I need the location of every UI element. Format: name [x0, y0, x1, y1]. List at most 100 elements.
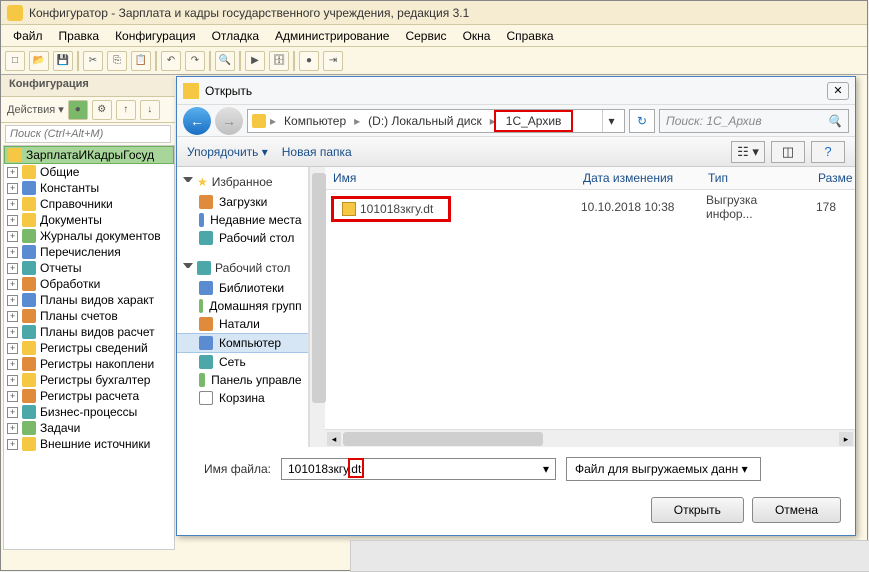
tree-item-journals[interactable]: +Журналы документов	[4, 228, 174, 244]
sidebar-scrollbar[interactable]	[309, 167, 325, 447]
expand-icon[interactable]: +	[7, 311, 18, 322]
tree-item-enums[interactable]: +Перечисления	[4, 244, 174, 260]
expand-icon[interactable]: +	[7, 167, 18, 178]
scroll-left-icon[interactable]: ◂	[327, 432, 341, 446]
expand-icon[interactable]: +	[7, 279, 18, 290]
dialog-titlebar[interactable]: Открыть ✕	[177, 77, 855, 105]
preview-button[interactable]: ◫	[771, 141, 805, 163]
sidebar-network[interactable]: Сеть	[177, 353, 308, 371]
menu-config[interactable]: Конфигурация	[107, 27, 204, 45]
dialog-sidebar[interactable]: ★Избранное Загрузки Недавние места Рабоч…	[177, 167, 309, 447]
menu-debug[interactable]: Отладка	[204, 27, 267, 45]
cancel-button[interactable]: Отмена	[752, 497, 841, 523]
file-name-highlight[interactable]: 101018зкгу.dt	[331, 196, 451, 222]
organize-button[interactable]: Упорядочить ▾	[187, 145, 268, 159]
dropdown-icon[interactable]: ▾	[543, 462, 549, 476]
close-button[interactable]: ✕	[827, 82, 849, 100]
tree-item-root[interactable]: ЗарплатаИКадрыГосуд	[4, 146, 174, 164]
tree-item-calc-regs[interactable]: +Регистры расчета	[4, 388, 174, 404]
tree-item-catalogs[interactable]: +Справочники	[4, 196, 174, 212]
tree-item-calc-plans[interactable]: +Планы видов расчет	[4, 324, 174, 340]
config-tree[interactable]: ЗарплатаИКадрыГосуд +Общие +Константы +С…	[3, 145, 175, 550]
help-button[interactable]: ?	[811, 141, 845, 163]
menu-admin[interactable]: Администрирование	[267, 27, 397, 45]
new-folder-button[interactable]: Новая папка	[282, 145, 352, 159]
menu-help[interactable]: Справка	[498, 27, 561, 45]
tree-item-accum-regs[interactable]: +Регистры накоплени	[4, 356, 174, 372]
toolbar-save-icon[interactable]: 💾	[53, 51, 73, 71]
list-header[interactable]: Имя Дата изменения Тип Разме	[325, 167, 855, 190]
toolbar-cut-icon[interactable]: ✂	[83, 51, 103, 71]
expand-icon[interactable]: +	[7, 183, 18, 194]
breadcrumb-folder[interactable]: 1C_Архив	[494, 110, 574, 132]
col-type[interactable]: Тип	[700, 167, 810, 189]
refresh-button[interactable]: ↻	[629, 109, 655, 133]
config-search-input[interactable]	[5, 125, 171, 143]
menu-service[interactable]: Сервис	[397, 27, 454, 45]
toolbar-undo-icon[interactable]: ↶	[161, 51, 181, 71]
sidebar-libraries[interactable]: Библиотеки	[177, 279, 308, 297]
back-button[interactable]: ←	[183, 107, 211, 135]
expand-icon[interactable]: +	[7, 439, 18, 450]
menu-edit[interactable]: Правка	[51, 27, 108, 45]
expand-icon[interactable]: +	[7, 295, 18, 306]
tree-item-char-plans[interactable]: +Планы видов характ	[4, 292, 174, 308]
config-tool-up-icon[interactable]: ↑	[116, 100, 136, 120]
sidebar-control[interactable]: Панель управле	[177, 371, 308, 389]
sidebar-recent[interactable]: Недавние места	[177, 211, 308, 229]
toolbar-redo-icon[interactable]: ↷	[185, 51, 205, 71]
menubar[interactable]: Файл Правка Конфигурация Отладка Админис…	[1, 25, 867, 47]
sidebar-desktop-group[interactable]: Рабочий стол	[177, 257, 308, 279]
expand-icon[interactable]: +	[7, 407, 18, 418]
tree-item-processors[interactable]: +Обработки	[4, 276, 174, 292]
expand-icon[interactable]: +	[7, 359, 18, 370]
toolbar-step-icon[interactable]: ⇥	[323, 51, 343, 71]
expand-icon[interactable]: +	[7, 263, 18, 274]
expand-icon[interactable]: +	[7, 375, 18, 386]
expand-icon[interactable]: +	[7, 391, 18, 402]
sidebar-computer[interactable]: Компьютер	[177, 333, 308, 353]
sidebar-downloads[interactable]: Загрузки	[177, 193, 308, 211]
forward-button[interactable]: →	[215, 107, 243, 135]
file-list[interactable]: Имя Дата изменения Тип Разме 101018зкгу.…	[325, 167, 855, 447]
dialog-search-input[interactable]: Поиск: 1C_Архив 🔍	[659, 109, 849, 133]
breadcrumb-disk[interactable]: (D:) Локальный диск	[360, 112, 490, 130]
col-size[interactable]: Разме	[810, 167, 855, 189]
filename-input[interactable]: 101018зкгу.dt ▾	[281, 458, 556, 480]
view-mode-button[interactable]: ☷ ▾	[731, 141, 765, 163]
sidebar-recycle[interactable]: Корзина	[177, 389, 308, 407]
open-button[interactable]: Открыть	[651, 497, 744, 523]
col-name[interactable]: Имя	[325, 167, 575, 189]
file-type-combo[interactable]: Файл для выгружаемых данн ▾	[566, 457, 761, 481]
scrollbar-thumb[interactable]	[312, 173, 326, 403]
sidebar-favorites[interactable]: ★Избранное	[177, 171, 308, 193]
expand-icon[interactable]: +	[7, 327, 18, 338]
toolbar-db-icon[interactable]: 🗄	[269, 51, 289, 71]
file-row[interactable]: 101018зкгу.dt 10.10.2018 10:38 Выгрузка …	[325, 190, 855, 224]
toolbar-run-icon[interactable]: ▶	[245, 51, 265, 71]
tree-item-ext[interactable]: +Внешние источники	[4, 436, 174, 452]
col-date[interactable]: Дата изменения	[575, 167, 700, 189]
breadcrumb-dropdown[interactable]: ▾	[602, 110, 620, 132]
breadcrumb-computer[interactable]: Компьютер	[276, 112, 354, 130]
config-tool-down-icon[interactable]: ↓	[140, 100, 160, 120]
actions-dropdown[interactable]: Действия ▾	[7, 103, 64, 116]
expand-icon[interactable]: +	[7, 247, 18, 258]
toolbar-paste-icon[interactable]: 📋	[131, 51, 151, 71]
tree-item-constants[interactable]: +Константы	[4, 180, 174, 196]
toolbar-new-icon[interactable]: □	[5, 51, 25, 71]
tree-item-acc-regs[interactable]: +Регистры бухгалтер	[4, 372, 174, 388]
expand-icon[interactable]: +	[7, 343, 18, 354]
config-tool-1[interactable]: ●	[68, 100, 88, 120]
sidebar-desktop[interactable]: Рабочий стол	[177, 229, 308, 247]
scroll-right-icon[interactable]: ▸	[839, 432, 853, 446]
tree-item-info-regs[interactable]: +Регистры сведений	[4, 340, 174, 356]
expand-icon[interactable]: +	[7, 199, 18, 210]
expand-icon[interactable]: +	[7, 215, 18, 226]
toolbar-break-icon[interactable]: ●	[299, 51, 319, 71]
tree-item-acc-plans[interactable]: +Планы счетов	[4, 308, 174, 324]
menu-windows[interactable]: Окна	[455, 27, 499, 45]
menu-file[interactable]: Файл	[5, 27, 51, 45]
toolbar-find-icon[interactable]: 🔍	[215, 51, 235, 71]
hscroll-thumb[interactable]	[343, 432, 543, 446]
